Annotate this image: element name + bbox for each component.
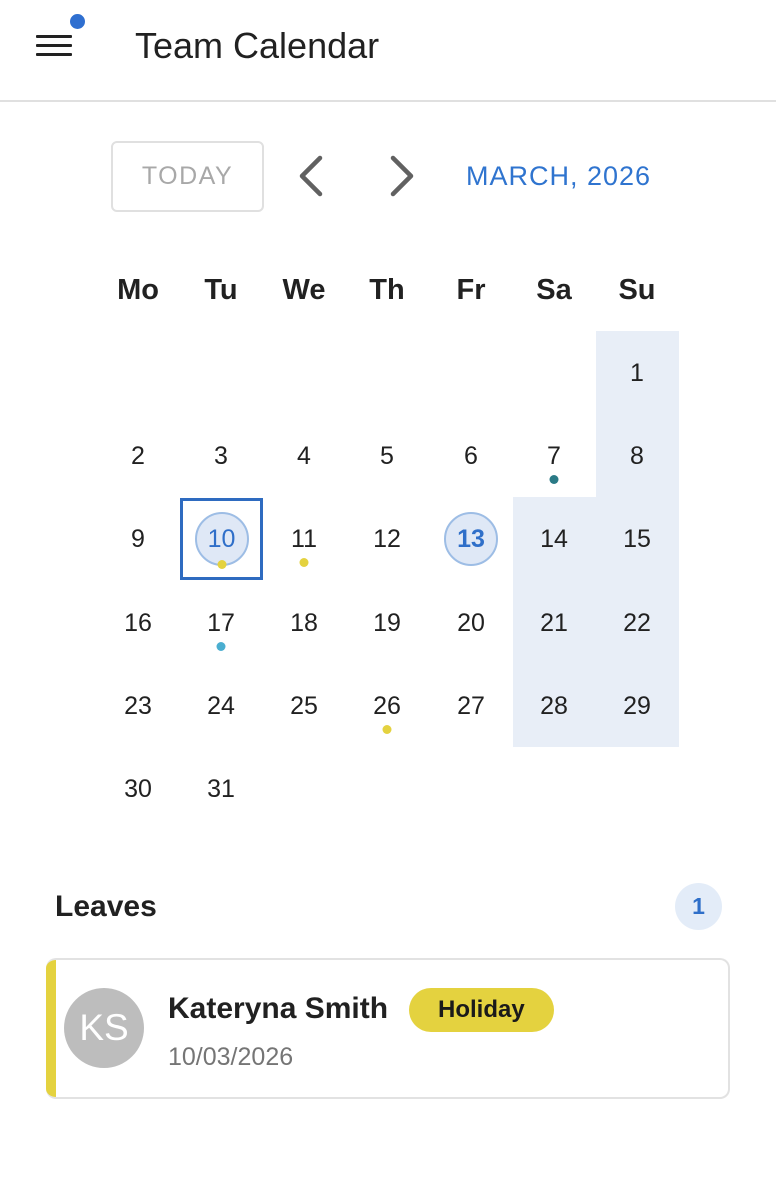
day-number: 3	[214, 441, 228, 470]
day-number: 31	[207, 774, 235, 803]
today-button[interactable]: TODAY	[111, 141, 264, 212]
day-number: 21	[540, 608, 568, 637]
calendar-day[interactable]: 23	[96, 664, 180, 748]
weekday-su: Su	[618, 274, 656, 306]
day-number: 29	[623, 691, 651, 720]
weekday-th: Th	[369, 274, 405, 306]
day-number: 28	[540, 691, 568, 720]
calendar-day[interactable]: 6	[429, 414, 513, 498]
calendar-day-today[interactable]: 13	[429, 497, 513, 581]
calendar-day[interactable]: 19	[345, 581, 429, 665]
leave-employee-name: Kateryna Smith	[168, 992, 389, 1025]
day-number: 23	[124, 691, 152, 720]
calendar-day[interactable]: 5	[345, 414, 429, 498]
day-number: 2	[131, 441, 145, 470]
calendar-day[interactable]: 26	[345, 664, 429, 748]
calendar-day[interactable]: 20	[429, 581, 513, 665]
leave-card[interactable]: KS Kateryna Smith Holiday 10/03/2026	[46, 958, 730, 1099]
calendar-day[interactable]: 8	[595, 414, 679, 498]
calendar-day-selected[interactable]: 10	[180, 498, 263, 580]
day-number: 8	[630, 441, 644, 470]
day-number: 26	[373, 691, 401, 720]
weekday-mo: Mo	[117, 274, 159, 306]
menu-icon-bar	[36, 44, 72, 47]
day-number: 9	[131, 524, 145, 553]
calendar-day[interactable]: 22	[595, 581, 679, 665]
event-dot	[217, 560, 226, 569]
calendar-day[interactable]: 17	[179, 581, 263, 665]
event-dot	[299, 558, 309, 567]
day-number: 4	[297, 441, 311, 470]
day-number: 6	[464, 441, 478, 470]
app-header: Team Calendar	[0, 0, 776, 102]
calendar-day[interactable]: 12	[345, 497, 429, 581]
weekday-sa: Sa	[536, 274, 572, 306]
leave-date: 10/03/2026	[168, 1043, 294, 1071]
menu-button[interactable]	[28, 14, 85, 66]
day-number: 7	[547, 441, 561, 470]
calendar-day[interactable]: 4	[262, 414, 346, 498]
day-number: 30	[124, 774, 152, 803]
next-month-button[interactable]	[374, 150, 426, 202]
calendar-day[interactable]: 14	[512, 497, 596, 581]
day-number: 10	[207, 524, 236, 553]
calendar-day[interactable]: 7	[512, 414, 596, 498]
day-number: 16	[124, 608, 152, 637]
calendar-day[interactable]: 9	[96, 497, 180, 581]
calendar-day[interactable]: 16	[96, 581, 180, 665]
chevron-left-icon	[299, 155, 323, 197]
page-title: Team Calendar	[135, 25, 380, 66]
month-label[interactable]: MARCH, 2026	[466, 158, 651, 194]
calendar-day[interactable]: 18	[262, 581, 346, 665]
day-number: 14	[540, 524, 568, 553]
calendar-day[interactable]: 21	[512, 581, 596, 665]
day-number: 20	[457, 608, 485, 637]
event-dot	[216, 642, 226, 651]
leave-type-accent	[46, 960, 56, 1097]
leaves-title: Leaves	[55, 890, 157, 923]
event-dot	[382, 725, 392, 734]
calendar-day[interactable]: 3	[179, 414, 263, 498]
day-number: 13	[457, 524, 485, 553]
calendar-day[interactable]: 30	[96, 747, 180, 831]
day-number: 22	[623, 608, 651, 637]
weekday-tu: Tu	[204, 274, 238, 306]
day-number: 12	[373, 524, 401, 553]
day-number: 1	[630, 358, 644, 387]
day-number: 15	[623, 524, 651, 553]
day-number: 27	[457, 691, 485, 720]
weekday-we: We	[282, 274, 326, 306]
day-number: 19	[373, 608, 401, 637]
calendar-day[interactable]: 2	[96, 414, 180, 498]
calendar-day[interactable]: 27	[429, 664, 513, 748]
day-number: 24	[207, 691, 235, 720]
calendar-day[interactable]: 1	[595, 331, 679, 415]
menu-icon	[36, 35, 72, 38]
day-number: 17	[207, 608, 235, 637]
day-number: 25	[290, 691, 318, 720]
calendar-day[interactable]: 28	[512, 664, 596, 748]
leaves-count-badge: 1	[675, 883, 722, 930]
calendar-day[interactable]: 29	[595, 664, 679, 748]
notification-dot	[70, 14, 85, 29]
chevron-right-icon	[390, 155, 414, 197]
day-number: 11	[291, 524, 317, 553]
previous-month-button[interactable]	[287, 150, 339, 202]
calendar-day[interactable]: 25	[262, 664, 346, 748]
calendar-day[interactable]: 15	[595, 497, 679, 581]
weekday-fr: Fr	[456, 274, 486, 306]
calendar-day[interactable]: 24	[179, 664, 263, 748]
calendar-day[interactable]: 31	[179, 747, 263, 831]
leave-type-badge: Holiday	[409, 988, 554, 1032]
day-number: 5	[380, 441, 394, 470]
menu-icon-bar	[36, 53, 72, 56]
calendar-day[interactable]: 11	[262, 497, 346, 581]
avatar: KS	[64, 988, 144, 1068]
day-number: 18	[290, 608, 318, 637]
event-dot	[549, 475, 559, 484]
